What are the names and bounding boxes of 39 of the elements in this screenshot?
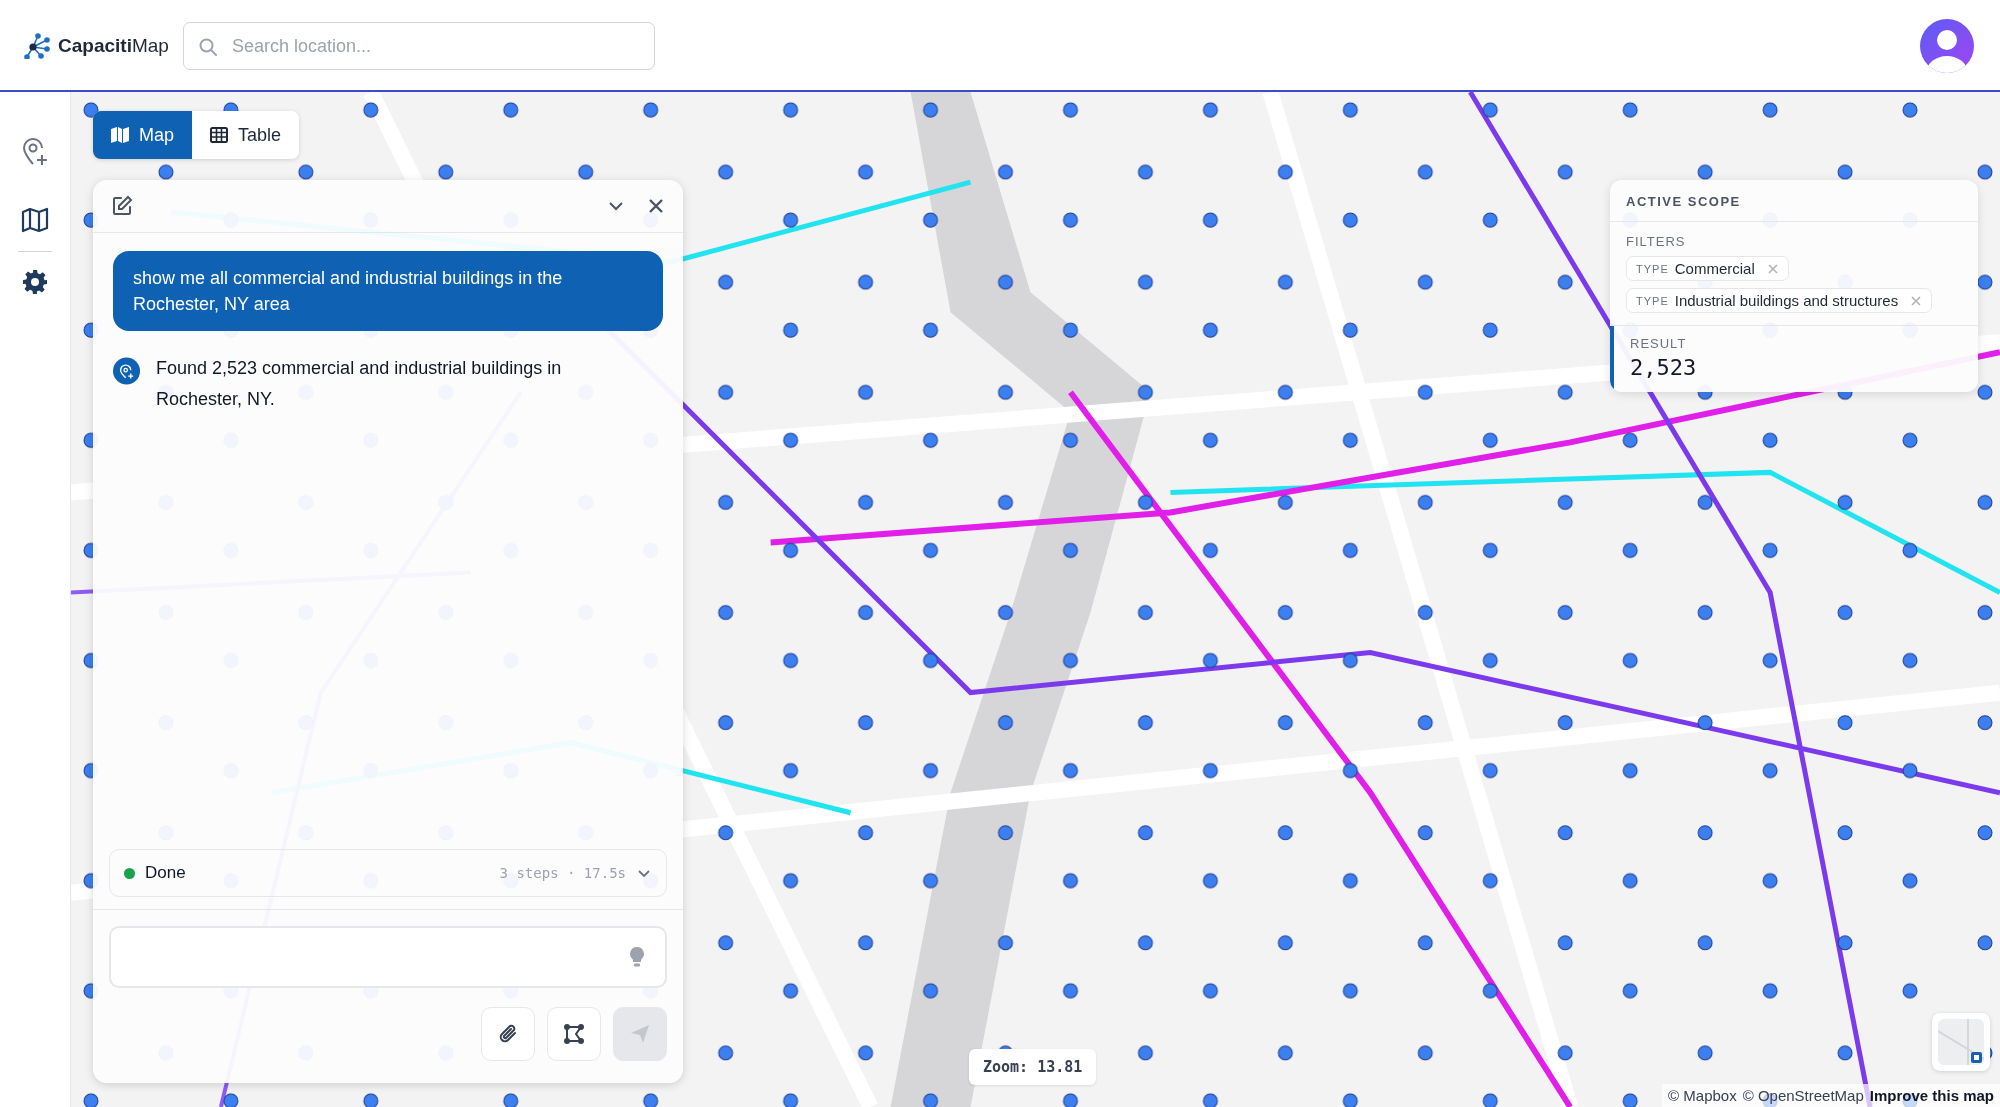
filter-chip[interactable]: TYPE Commercial bbox=[1626, 256, 1789, 281]
draw-area-button[interactable] bbox=[547, 1007, 601, 1061]
minimap-toggle[interactable] bbox=[1932, 1013, 1990, 1071]
status-label: Done bbox=[145, 863, 186, 883]
close-icon[interactable] bbox=[647, 197, 665, 215]
attribution-text: © Mapbox bbox=[1668, 1087, 1737, 1104]
status-dot-icon bbox=[124, 867, 135, 879]
view-tab[interactable]: Table bbox=[192, 111, 300, 159]
search-icon bbox=[197, 37, 218, 57]
add-location-icon[interactable] bbox=[20, 137, 50, 167]
assistant-message: Found 2,523 commercial and industrial buildings in Rochester, NY. bbox=[156, 357, 563, 411]
table-icon bbox=[210, 127, 228, 143]
user-message: show me all commercial and industrial buildings in the Rochester, NY area bbox=[113, 251, 663, 331]
send-icon bbox=[629, 1023, 651, 1045]
status-meta: 3 steps · 17.5s bbox=[499, 865, 626, 881]
assistant-avatar-icon bbox=[113, 355, 141, 387]
network-logo-icon bbox=[24, 33, 50, 59]
search-field[interactable]: Search location... bbox=[182, 22, 655, 70]
attach-button[interactable] bbox=[481, 1007, 535, 1061]
result-label: RESULT bbox=[1630, 336, 1688, 351]
attribution-text: © OpenStreetMap bbox=[1742, 1087, 1864, 1104]
result-count: 2,523 bbox=[1630, 355, 1698, 380]
minimap-icon bbox=[1938, 1019, 1984, 1065]
user-avatar-icon[interactable] bbox=[1920, 19, 1974, 73]
filters-label: FILTERS bbox=[1626, 234, 1686, 249]
panel-title: ACTIVE SCOPE bbox=[1610, 180, 1978, 222]
improve-map-link[interactable]: Improve this map bbox=[1869, 1087, 1994, 1104]
zoom-label: Zoom: 13.81 bbox=[969, 1049, 1097, 1085]
polygon-icon bbox=[563, 1023, 585, 1045]
edit-icon[interactable] bbox=[111, 195, 133, 217]
settings-icon[interactable] bbox=[21, 268, 49, 296]
map-icon[interactable] bbox=[20, 205, 50, 235]
map-icon bbox=[111, 127, 129, 143]
app-logo: CapacitiMap bbox=[58, 35, 169, 57]
filter-chip[interactable]: TYPE Industrial buildings and structures bbox=[1626, 288, 1933, 313]
paperclip-icon bbox=[498, 1023, 518, 1045]
status-row[interactable]: Done 3 steps · 17.5s bbox=[109, 849, 667, 897]
view-tab[interactable]: Map bbox=[93, 111, 192, 159]
message-input[interactable] bbox=[109, 926, 667, 988]
